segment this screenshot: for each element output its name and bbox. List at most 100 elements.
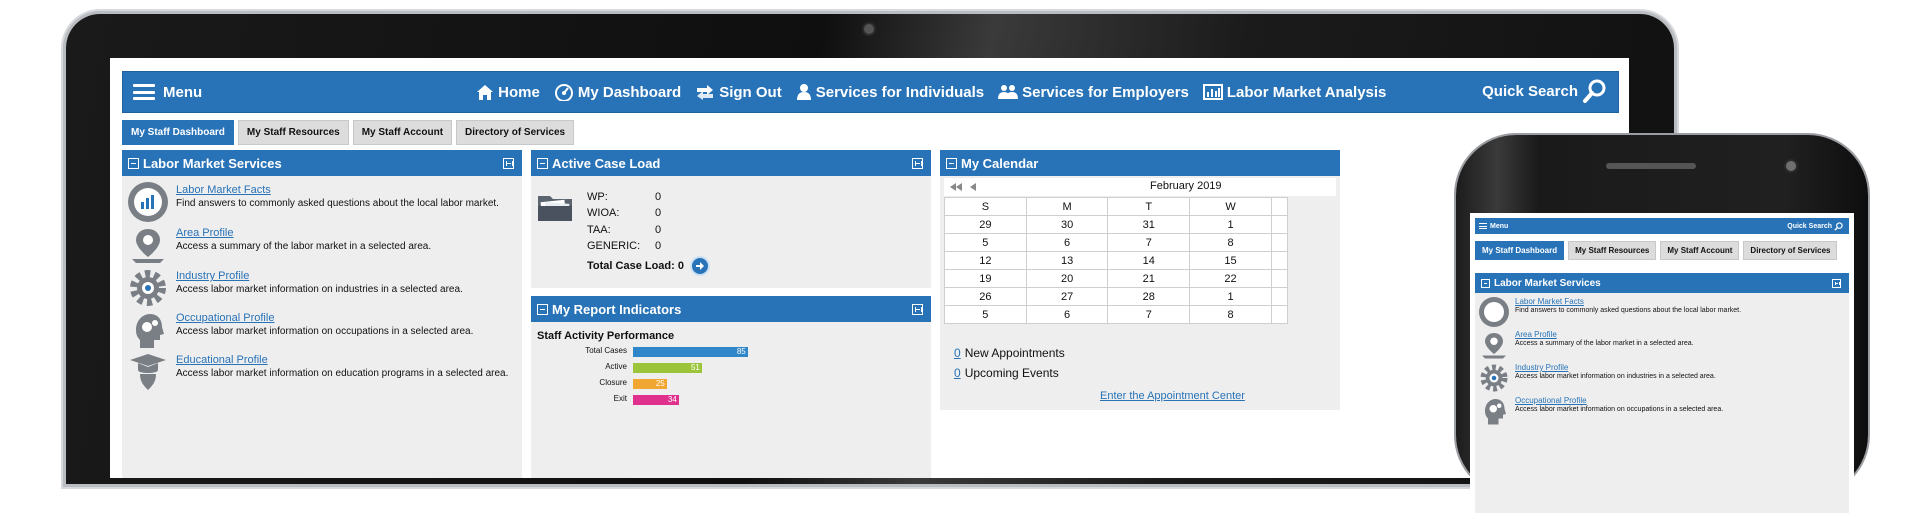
calendar-day[interactable]: 20 (1025, 269, 1109, 288)
labor-market-facts-desc: Find answers to commonly asked questions… (176, 198, 499, 209)
bar[interactable]: 34 (633, 395, 679, 405)
calendar-day[interactable]: 8 (1189, 305, 1272, 324)
upcoming-events-count[interactable]: 0 (954, 366, 961, 380)
collapse-icon[interactable] (128, 157, 139, 169)
phone-area-profile-link[interactable]: Area Profile (1515, 330, 1694, 339)
menu-label: Menu (163, 83, 203, 101)
calendar-day[interactable]: 14 (1107, 251, 1191, 270)
new-appointments-count[interactable]: 0 (954, 346, 961, 360)
nav-services-individuals[interactable]: Services for Individuals (796, 83, 984, 101)
calendar-day[interactable]: 26 (944, 287, 1027, 306)
calendar-day[interactable] (1270, 305, 1289, 324)
tab-my-staff-resources[interactable]: My Staff Resources (1568, 241, 1657, 260)
graduation-icon (128, 352, 168, 392)
calendar-day[interactable]: 6 (1025, 305, 1109, 324)
tab-my-staff-account[interactable]: My Staff Account (1660, 241, 1740, 260)
calendar-day[interactable]: 21 (1107, 269, 1191, 288)
case-load-header: Active Case Load (531, 150, 931, 176)
quick-search-button[interactable]: Quick Search (1482, 78, 1608, 104)
hamburger-icon (133, 84, 155, 100)
calendar-day[interactable]: 29 (944, 215, 1027, 234)
calendar-day[interactable]: 5 (944, 233, 1027, 252)
educational-profile-link[interactable]: Educational Profile (176, 354, 508, 366)
nav-sign-out-label: Sign Out (719, 83, 782, 101)
maximize-icon[interactable] (503, 158, 514, 169)
calendar-day[interactable]: 6 (1025, 233, 1109, 252)
nav-labor-market-analysis[interactable]: Labor Market Analysis (1202, 83, 1387, 101)
bar-label: Total Cases (585, 346, 627, 355)
bar-value-label: 25 (655, 379, 665, 388)
calendar-day[interactable]: 12 (944, 251, 1027, 270)
phone-occupational-profile-link[interactable]: Occupational Profile (1515, 396, 1723, 405)
calendar-day[interactable]: 5 (944, 305, 1027, 324)
nav-home[interactable]: Home (476, 83, 540, 101)
tab-directory-of-services[interactable]: Directory of Services (1743, 241, 1838, 260)
collapse-icon[interactable] (946, 157, 957, 169)
calendar-day[interactable]: 31 (1107, 215, 1191, 234)
calendar-day[interactable]: 19 (944, 269, 1027, 288)
nav-my-dashboard[interactable]: My Dashboard (554, 83, 681, 101)
new-appointments: 0 New Appointments (954, 346, 1065, 360)
calendar-day[interactable]: 1 (1189, 215, 1272, 234)
bar-value-label: 85 (736, 347, 746, 356)
map-pin-icon (1479, 330, 1509, 360)
phone-industry-profile-link[interactable]: Industry Profile (1515, 363, 1716, 372)
tab-my-staff-account[interactable]: My Staff Account (352, 120, 453, 145)
calendar-day[interactable] (1270, 233, 1289, 252)
labor-market-facts-link[interactable]: Labor Market Facts (176, 184, 499, 196)
list-item: Labor Market Facts Find answers to commo… (1479, 297, 1741, 327)
calendar-day[interactable]: 1 (1189, 287, 1272, 306)
calendar-day[interactable] (1270, 215, 1289, 234)
nav-labor-market-analysis-label: Labor Market Analysis (1226, 83, 1387, 101)
industry-profile-link[interactable]: Industry Profile (176, 270, 463, 282)
calendar-day[interactable] (1270, 287, 1289, 306)
case-load-go-button[interactable] (689, 256, 710, 276)
calendar-day[interactable]: 13 (1025, 251, 1109, 270)
calendar-day[interactable] (1270, 251, 1289, 270)
maximize-icon[interactable] (1832, 279, 1841, 288)
phone-labor-market-facts-link[interactable]: Labor Market Facts (1515, 297, 1741, 306)
calendar-day[interactable]: 8 (1189, 233, 1272, 252)
calendar-day[interactable]: 7 (1107, 233, 1191, 252)
calendar-day[interactable]: 7 (1107, 305, 1191, 324)
prev-year-icon[interactable] (950, 183, 962, 191)
tab-my-staff-dashboard[interactable]: My Staff Dashboard (1475, 241, 1565, 260)
calendar-weekday-row: S M T W (944, 197, 1289, 216)
calendar-day[interactable]: 15 (1189, 251, 1272, 270)
tab-my-staff-dashboard[interactable]: My Staff Dashboard (122, 120, 234, 145)
folder-icon (538, 196, 572, 221)
nav-sign-out[interactable]: Sign Out (695, 83, 782, 101)
upcoming-events-label: Upcoming Events (964, 366, 1059, 380)
bar[interactable]: 85 (633, 347, 748, 357)
prev-month-icon[interactable] (970, 183, 976, 191)
phone-area-profile-desc: Access a summary of the labor market in … (1515, 340, 1694, 347)
labor-facts-icon (1479, 297, 1509, 327)
bar-value-label: 51 (690, 363, 700, 372)
collapse-icon[interactable] (537, 157, 548, 169)
collapse-icon[interactable] (537, 303, 548, 315)
dashboard-tabs: My Staff Dashboard My Staff Resources My… (122, 120, 578, 145)
bar[interactable]: 25 (633, 379, 667, 389)
menu-button[interactable]: Menu (133, 84, 202, 101)
area-profile-link[interactable]: Area Profile (176, 227, 431, 239)
tab-my-staff-resources[interactable]: My Staff Resources (237, 120, 349, 145)
list-item: Labor Market Facts Find answers to commo… (128, 182, 499, 222)
calendar-day[interactable]: 27 (1025, 287, 1109, 306)
calendar-day[interactable]: 30 (1025, 215, 1109, 234)
calendar-day[interactable]: 22 (1189, 269, 1272, 288)
nav-services-individuals-label: Services for Individuals (815, 83, 985, 101)
maximize-icon[interactable] (912, 158, 923, 169)
calendar-day[interactable] (1270, 269, 1289, 288)
occupational-profile-link[interactable]: Occupational Profile (176, 312, 473, 324)
bar[interactable]: 51 (633, 363, 702, 373)
maximize-icon[interactable] (912, 304, 923, 315)
phone-menu-label[interactable]: Menu (1490, 223, 1508, 230)
phone-quick-search[interactable]: Quick Search (1787, 222, 1843, 231)
nav-services-employers[interactable]: Services for Employers (998, 83, 1189, 101)
hamburger-icon[interactable] (1479, 223, 1487, 229)
calendar-day[interactable]: 28 (1107, 287, 1191, 306)
appointment-center-link[interactable]: Enter the Appointment Center (1100, 390, 1245, 402)
tab-directory-of-services[interactable]: Directory of Services (456, 120, 575, 145)
collapse-icon[interactable] (1481, 278, 1490, 288)
case-load-panel: Active Case Load WP: 0 WIOA: 0 TAA: 0 GE… (531, 150, 931, 288)
